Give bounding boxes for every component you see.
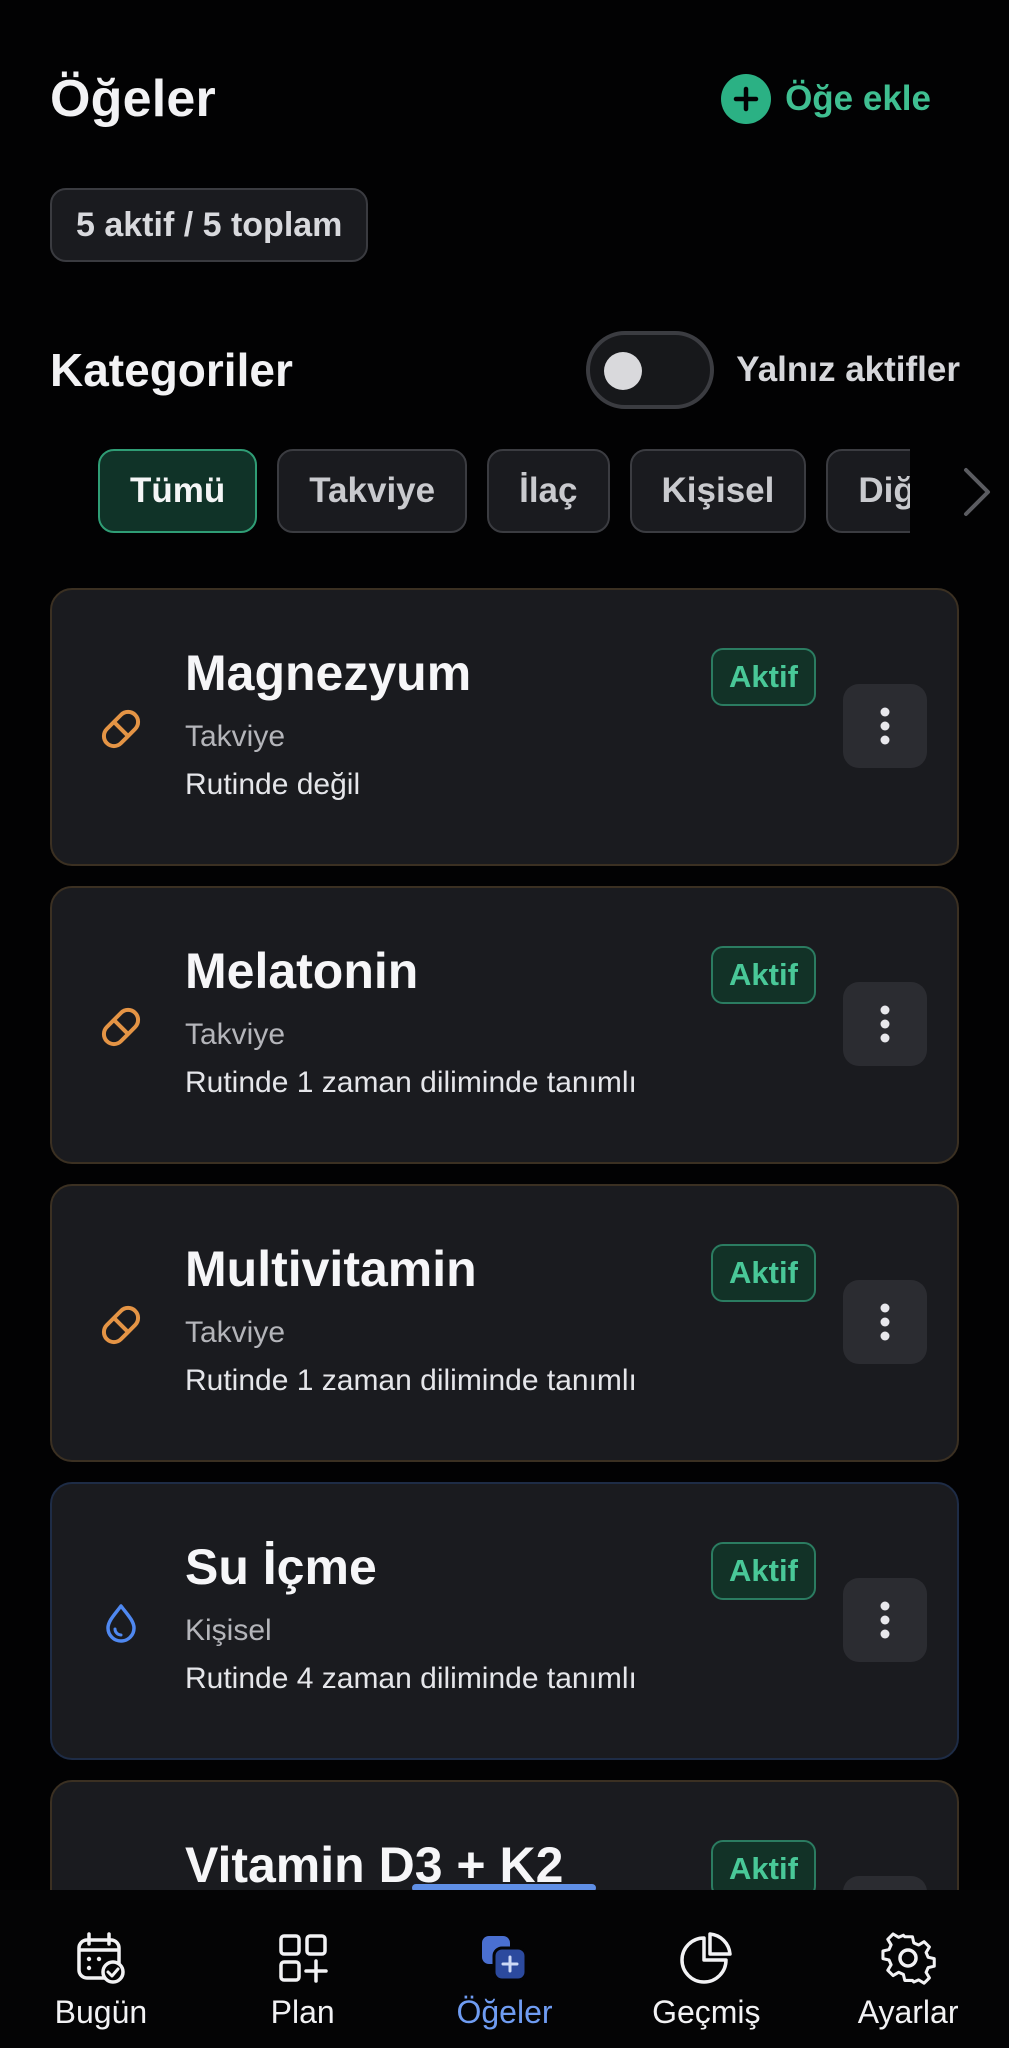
nav-items[interactable]: Öğeler — [404, 1890, 606, 2048]
gear-icon — [881, 1932, 936, 1985]
item-menu-button[interactable] — [843, 982, 927, 1066]
pie-chart-icon — [680, 1932, 733, 1984]
items-icon — [482, 1936, 528, 1982]
status-badge: Aktif — [711, 648, 816, 706]
item-card-magnezyum[interactable]: Magnezyum Takviye Rutinde değil Aktif — [50, 588, 959, 866]
nav-label: Geçmiş — [652, 1994, 761, 2030]
item-name: Vitamin D3 + K2 — [185, 1837, 564, 1890]
status-badge: Aktif — [711, 1244, 816, 1302]
items-list: Magnezyum Takviye Rutinde değil Aktif Me… — [0, 0, 1009, 1890]
grid-plus-icon — [278, 1934, 328, 1983]
item-menu-button[interactable] — [843, 684, 927, 768]
pill-icon — [98, 706, 144, 752]
item-name: Multivitamin — [185, 1241, 477, 1297]
status-badge: Aktif — [711, 1840, 816, 1890]
nav-plan[interactable]: Plan — [202, 1890, 404, 2048]
water-drop-icon — [98, 1600, 144, 1646]
item-menu-button[interactable] — [843, 1578, 927, 1662]
item-category: Takviye — [185, 1018, 286, 1051]
item-card-multivitamin[interactable]: Multivitamin Takviye Rutinde 1 zaman dil… — [50, 1184, 959, 1462]
item-name: Melatonin — [185, 943, 419, 999]
status-badge: Aktif — [711, 1542, 816, 1600]
pill-icon — [98, 1004, 144, 1050]
nav-label: Plan — [270, 1994, 335, 2030]
more-vertical-icon — [880, 1303, 890, 1341]
item-card-melatonin[interactable]: Melatonin Takviye Rutinde 1 zaman dilimi… — [50, 886, 959, 1164]
item-category: Takviye — [185, 1316, 286, 1349]
more-vertical-icon — [880, 1005, 890, 1043]
item-name: Su İçme — [185, 1539, 377, 1595]
bottom-nav: Bugün Plan Öğeler Geçmiş Ayarlar — [0, 1890, 1009, 2048]
more-vertical-icon — [880, 1601, 890, 1639]
calendar-check-icon — [77, 1932, 125, 1984]
item-routine: Rutinde değil — [185, 768, 361, 801]
item-menu-button[interactable] — [843, 1280, 927, 1364]
item-card-su-icme[interactable]: Su İçme Kişisel Rutinde 4 zaman dilimind… — [50, 1482, 959, 1760]
item-name: Magnezyum — [185, 645, 472, 701]
item-menu-button[interactable] — [843, 1876, 927, 1890]
nav-today[interactable]: Bugün — [0, 1890, 202, 2048]
item-routine: Rutinde 4 zaman diliminde tanımlı — [185, 1662, 637, 1695]
pill-icon — [98, 1302, 144, 1348]
nav-label: Bugün — [54, 1994, 148, 2030]
nav-label: Ayarlar — [857, 1994, 959, 2030]
nav-settings[interactable]: Ayarlar — [807, 1890, 1009, 2048]
item-routine: Rutinde 1 zaman diliminde tanımlı — [185, 1066, 637, 1099]
item-category: Kişisel — [185, 1614, 272, 1647]
item-category: Takviye — [185, 720, 286, 753]
status-badge: Aktif — [711, 946, 816, 1004]
item-routine: Rutinde 1 zaman diliminde tanımlı — [185, 1364, 637, 1397]
item-card-vitamin-d3-k2[interactable]: Vitamin D3 + K2 Aktif — [50, 1780, 959, 1890]
nav-history[interactable]: Geçmiş — [605, 1890, 807, 2048]
more-vertical-icon — [880, 707, 890, 745]
nav-label: Öğeler — [456, 1994, 553, 2030]
